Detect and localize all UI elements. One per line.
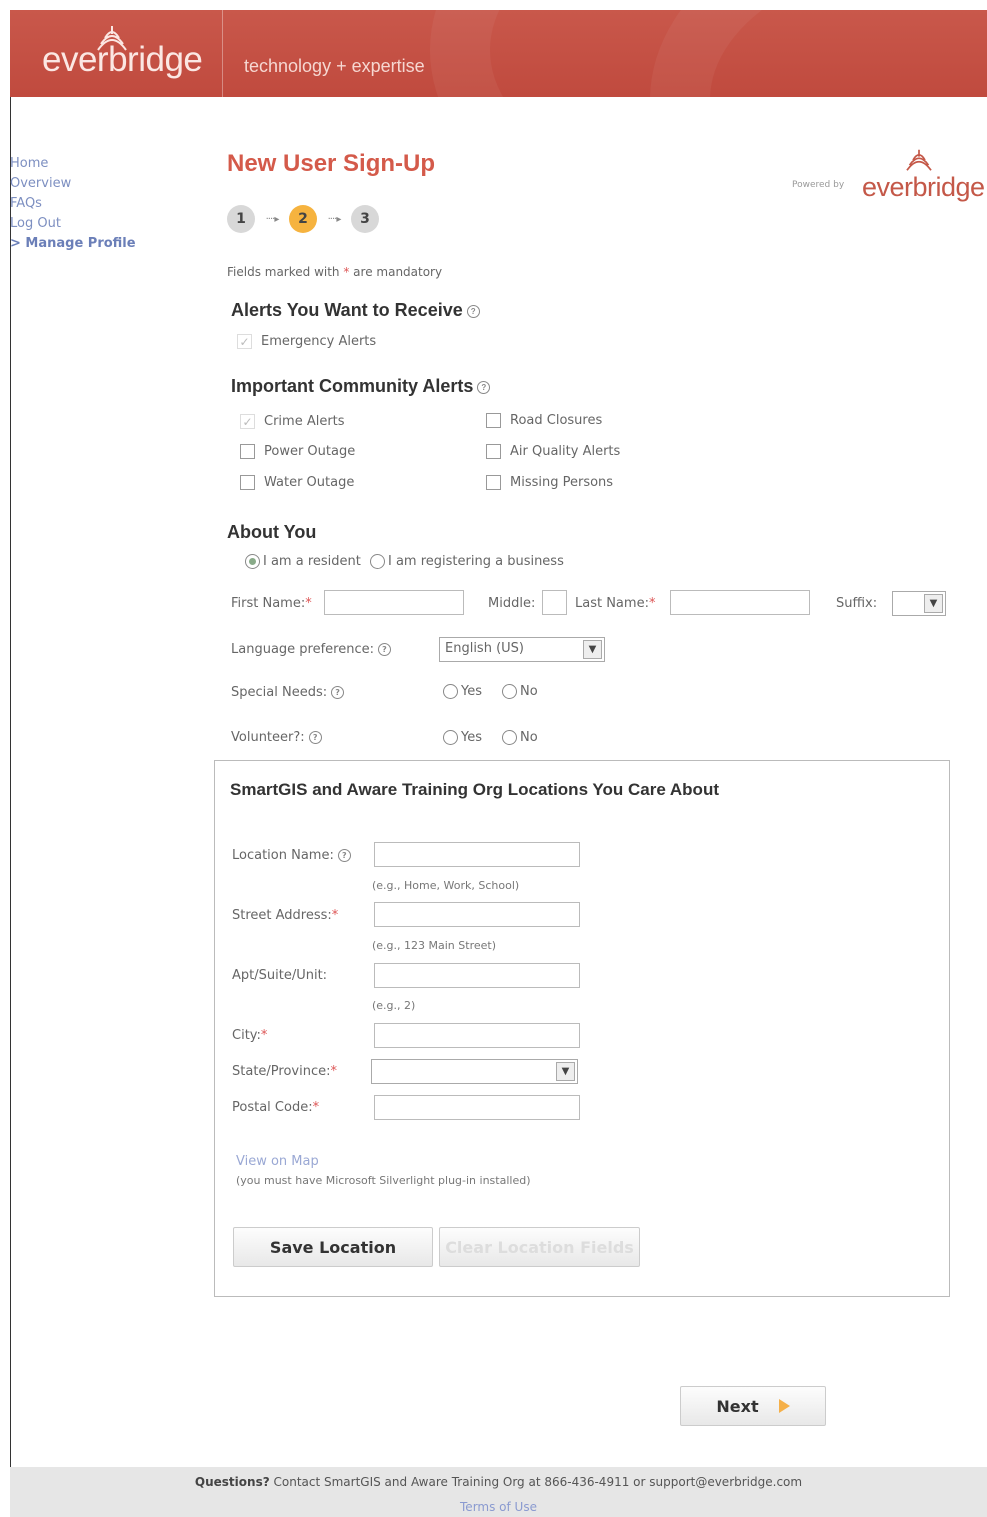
step-arrow: ····▸ [265,213,280,225]
apt-input[interactable] [374,963,580,988]
nav-overview[interactable]: Overview [10,174,136,194]
volunteer-no-radio[interactable]: No [502,730,538,745]
mandatory-note: Fields marked with * are mandatory [227,265,443,279]
language-select[interactable]: English (US) ▼ [439,637,605,662]
first-name-input[interactable] [324,590,464,615]
power-outage-checkbox[interactable]: Power Outage [240,444,355,459]
emergency-alerts-checkbox[interactable]: ✓ Emergency Alerts [237,334,376,349]
language-label: Language preference:? [231,642,391,657]
nav-home[interactable]: Home [10,154,136,174]
air-quality-checkbox[interactable]: Air Quality Alerts [486,444,620,459]
header-decoration [650,10,987,97]
postal-code-input[interactable] [374,1095,580,1120]
about-you-title: About You [227,522,317,542]
help-icon[interactable]: ? [378,643,391,656]
apt-hint: (e.g., 2) [372,999,416,1012]
resident-radio[interactable]: I am a resident [245,554,361,569]
special-needs-label: Special Needs:? [231,685,345,700]
help-icon[interactable]: ? [466,304,480,318]
crime-alerts-checkbox[interactable]: ✓ Crime Alerts [240,414,345,429]
step-arrow: ····▸ [327,213,342,225]
footer: Questions? Contact SmartGIS and Aware Tr… [10,1467,987,1517]
business-radio[interactable]: I am registering a business [370,554,564,569]
chevron-down-icon[interactable]: ▼ [583,640,602,659]
location-name-label: Location Name:? [232,848,351,863]
last-name-input[interactable] [670,590,810,615]
page-title: New User Sign-Up [227,150,436,177]
locations-panel [214,760,950,1297]
silverlight-note: (you must have Microsoft Silverlight plu… [236,1174,531,1187]
checkmark-icon[interactable]: ✓ [237,334,252,349]
powered-by-brand: everbridge [862,172,985,202]
help-icon[interactable]: ? [308,731,322,744]
locations-title: SmartGIS and Aware Training Org Location… [230,780,719,799]
everbridge-small-logo-icon [906,149,932,171]
special-needs-yes-radio[interactable]: Yes [443,684,482,699]
volunteer-label: Volunteer?:? [231,730,322,745]
first-name-label: First Name:* [231,596,312,611]
city-input[interactable] [374,1023,580,1048]
step-2-active: 2 [289,205,317,233]
chevron-down-icon[interactable]: ▼ [924,594,943,613]
header-divider [222,10,223,97]
header-tagline: technology + expertise [244,56,425,76]
street-address-input[interactable] [374,902,580,927]
powered-by-everbridge: Powered by everbridge [792,148,987,208]
nav-log-out[interactable]: Log Out [10,214,136,234]
save-location-button[interactable]: Save Location [233,1227,433,1267]
water-outage-checkbox[interactable]: Water Outage [240,475,354,490]
view-on-map-link[interactable]: View on Map [236,1154,319,1169]
step-1: 1 [227,205,255,233]
community-section-title: Important Community Alerts? [231,376,491,397]
location-name-input[interactable] [374,842,580,867]
nav-faqs[interactable]: FAQs [10,194,136,214]
city-label: City:* [232,1028,268,1043]
last-name-label: Last Name:* [575,596,656,611]
header-banner: everbridge technology + expertise [10,10,987,97]
next-button[interactable]: Next [680,1386,826,1426]
apt-label: Apt/Suite/Unit: [232,968,328,983]
road-closures-checkbox[interactable]: Road Closures [486,413,602,428]
alerts-section-title: Alerts You Want to Receive? [231,300,480,321]
step-3: 3 [351,205,379,233]
missing-persons-checkbox[interactable]: Missing Persons [486,475,613,490]
checkmark-icon[interactable]: ✓ [240,414,255,429]
street-address-hint: (e.g., 123 Main Street) [372,939,496,952]
powered-by-label: Powered by [792,180,845,190]
location-name-hint: (e.g., Home, Work, School) [372,879,520,892]
clear-location-fields-button[interactable]: Clear Location Fields [439,1227,640,1267]
postal-code-label: Postal Code:* [232,1100,320,1115]
street-address-label: Street Address:* [232,908,339,923]
nav-manage-profile[interactable]: > Manage Profile [10,234,136,254]
chevron-down-icon[interactable]: ▼ [556,1062,575,1081]
help-icon[interactable]: ? [337,849,351,862]
middle-input[interactable] [542,590,567,615]
state-select[interactable]: ▼ [371,1059,578,1084]
suffix-select[interactable]: ▼ [892,591,946,616]
everbridge-logo-text[interactable]: everbridge [42,40,203,80]
volunteer-yes-radio[interactable]: Yes [443,730,482,745]
play-arrow-icon [778,1399,790,1413]
special-needs-no-radio[interactable]: No [502,684,538,699]
progress-steps: 1 ····▸ 2 ····▸ 3 [227,204,379,234]
left-navigation: Home Overview FAQs Log Out > Manage Prof… [10,154,136,254]
help-icon[interactable]: ? [331,686,345,699]
terms-of-use-link[interactable]: Terms of Use [10,1500,987,1514]
middle-label: Middle: [488,596,536,611]
suffix-label: Suffix: [836,596,878,611]
state-label: State/Province:* [232,1064,337,1079]
help-icon[interactable]: ? [477,380,491,394]
footer-questions: Questions? Contact SmartGIS and Aware Tr… [194,1475,803,1489]
